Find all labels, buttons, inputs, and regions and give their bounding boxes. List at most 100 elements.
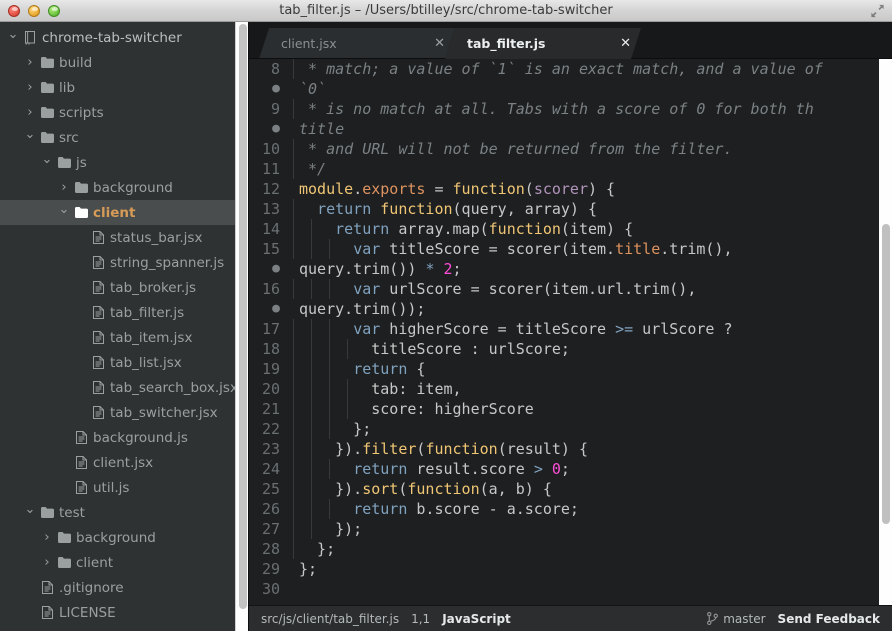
tree-item-build[interactable]: › build [0, 50, 248, 75]
code-line-content[interactable]: query.trim()) * 2; [291, 259, 879, 279]
tree-item-background-js[interactable]: background.js [0, 425, 248, 450]
code-line-content[interactable]: }; [291, 539, 879, 559]
chevron-down-icon[interactable]: ⌄ [6, 28, 20, 41]
code-line-content[interactable]: var urlScore = scorer(item.url.trim(), [291, 279, 879, 299]
code-line-content[interactable]: */ [291, 159, 879, 179]
status-branch[interactable]: master [707, 612, 765, 626]
file-icon [88, 231, 108, 244]
tree-item-tab-filter-js[interactable]: tab_filter.js [0, 300, 248, 325]
editor-scrollbar-thumb[interactable] [882, 224, 890, 524]
tree-item-chrome-tab-switcher[interactable]: ⌄chrome-tab-switcher [0, 25, 248, 50]
line-number: 16 [249, 279, 291, 299]
code-line-content[interactable]: var higherScore = titleScore >= urlScore… [291, 319, 879, 339]
tree-item-util-js[interactable]: util.js [0, 475, 248, 500]
code-line: 26 return b.score - a.score; [249, 499, 879, 519]
code-line-content[interactable]: * and URL will not be returned from the … [291, 139, 879, 159]
chevron-right-icon[interactable]: › [23, 106, 37, 119]
chevron-right-icon[interactable]: › [57, 181, 71, 194]
editor-tab-bar[interactable]: client.jsx ✕tab_filter.js✕ [249, 22, 892, 59]
file-icon [93, 356, 104, 369]
code-line: 14 return array.map(function(item) { [249, 219, 879, 239]
project-tree[interactable]: ⌄chrome-tab-switcher›build›lib›scripts⌄s… [0, 22, 248, 631]
tree-item--gitignore[interactable]: .gitignore [0, 575, 248, 600]
chevron-right-icon[interactable]: › [40, 556, 54, 569]
status-grammar[interactable]: JavaScript [442, 612, 511, 626]
code-line-content[interactable]: }).sort(function(a, b) { [291, 479, 879, 499]
tree-item-tab-switcher-jsx[interactable]: tab_switcher.jsx [0, 400, 248, 425]
chevron-right-icon[interactable]: › [40, 531, 54, 544]
status-file-path[interactable]: src/js/client/tab_filter.js [261, 612, 399, 626]
line-number: 17 [249, 319, 291, 339]
code-line: 24 return result.score > 0; [249, 459, 879, 479]
line-number: 28 [249, 539, 291, 559]
tree-item-tab-search-box-jsx[interactable]: tab_search_box.jsx [0, 375, 248, 400]
close-icon[interactable]: ✕ [434, 37, 445, 50]
code-line-content[interactable]: * match; a value of `1` is an exact matc… [291, 59, 879, 79]
folder-icon [71, 182, 91, 193]
chevron-down-icon[interactable]: ⌄ [23, 128, 37, 141]
tree-item-readme-md[interactable]: README.md [0, 625, 248, 631]
chevron-down-icon[interactable]: ⌄ [40, 153, 54, 166]
tree-item-license[interactable]: LICENSE [0, 600, 248, 625]
tree-item-tab-item-jsx[interactable]: tab_item.jsx [0, 325, 248, 350]
editor-tab-client-jsx[interactable]: client.jsx ✕ [259, 28, 455, 59]
code-line-content[interactable]: title [291, 119, 879, 139]
chevron-down-icon[interactable]: ⌄ [57, 203, 71, 216]
status-cursor-position[interactable]: 1,1 [411, 612, 430, 626]
tree-item-lib[interactable]: ›lib [0, 75, 248, 100]
tree-item-js[interactable]: ⌄js [0, 150, 248, 175]
tree-item-test[interactable]: ⌄test [0, 500, 248, 525]
fullscreen-icon[interactable] [870, 4, 885, 18]
code-line-content[interactable]: return function(query, array) { [291, 199, 879, 219]
sidebar-scrollbar-thumb[interactable] [239, 24, 247, 609]
code-editor[interactable]: 8 * match; a value of `1` is an exact ma… [249, 59, 892, 605]
code-line-content[interactable]: `0` [291, 79, 879, 99]
code-line-content[interactable]: module.exports = function(scorer) { [291, 179, 879, 199]
code-line-content[interactable]: tab: item, [291, 379, 879, 399]
code-line-content[interactable]: score: higherScore [291, 399, 879, 419]
code-line-content[interactable] [291, 579, 879, 599]
tree-item-label: tab_switcher.jsx [108, 405, 218, 421]
code-line-content[interactable]: }; [291, 559, 879, 579]
code-line-content[interactable]: * is no match at all. Tabs with a score … [291, 99, 879, 119]
code-line: 16 var urlScore = scorer(item.url.trim()… [249, 279, 879, 299]
code-line-content[interactable]: return b.score - a.score; [291, 499, 879, 519]
folder-icon [58, 157, 71, 168]
code-line-content[interactable]: return array.map(function(item) { [291, 219, 879, 239]
status-right-group: master Send Feedback [707, 612, 880, 626]
close-icon[interactable]: ✕ [620, 37, 631, 50]
code-line-content[interactable]: }).filter(function(result) { [291, 439, 879, 459]
line-number: 14 [249, 219, 291, 239]
tree-item-client-jsx[interactable]: client.jsx [0, 450, 248, 475]
code-scroll-region[interactable]: 8 * match; a value of `1` is an exact ma… [249, 59, 879, 605]
code-line-content[interactable]: }; [291, 419, 879, 439]
code-line-content[interactable]: var titleScore = scorer(item.title.trim(… [291, 239, 879, 259]
tree-item-background[interactable]: ›background [0, 525, 248, 550]
chevron-down-icon[interactable]: ⌄ [23, 503, 37, 516]
tree-item-string-spanner-js[interactable]: string_spanner.js [0, 250, 248, 275]
tree-item-label: string_spanner.js [108, 255, 224, 271]
code-line-content[interactable]: return result.score > 0; [291, 459, 879, 479]
editor-tab-label: client.jsx [281, 36, 420, 51]
tree-item-scripts[interactable]: ›scripts [0, 100, 248, 125]
chevron-right-icon[interactable]: › [23, 56, 37, 69]
editor-tab-tab-filter-js[interactable]: tab_filter.js✕ [445, 28, 641, 59]
chevron-right-icon[interactable]: › [23, 81, 37, 94]
code-line-content[interactable]: return { [291, 359, 879, 379]
code-line-content[interactable]: titleScore : urlScore; [291, 339, 879, 359]
tree-item-client[interactable]: ⌄client [0, 200, 248, 225]
tree-item-status-bar-jsx[interactable]: status_bar.jsx [0, 225, 248, 250]
code-line-content[interactable]: query.trim()); [291, 299, 879, 319]
editor-scrollbar[interactable] [879, 59, 892, 605]
tree-item-label: build [57, 55, 92, 71]
send-feedback-link[interactable]: Send Feedback [778, 612, 880, 626]
code-line-content[interactable]: }); [291, 519, 879, 539]
sidebar-scrollbar[interactable] [235, 22, 248, 631]
tree-item-background[interactable]: ›background [0, 175, 248, 200]
file-icon [88, 331, 108, 344]
window-title: tab_filter.js – /Users/btilley/src/chrom… [0, 3, 892, 18]
tree-item-tab-list-jsx[interactable]: tab_list.jsx [0, 350, 248, 375]
tree-item-client[interactable]: ›client [0, 550, 248, 575]
tree-item-src[interactable]: ⌄src [0, 125, 248, 150]
tree-item-tab-broker-js[interactable]: tab_broker.js [0, 275, 248, 300]
